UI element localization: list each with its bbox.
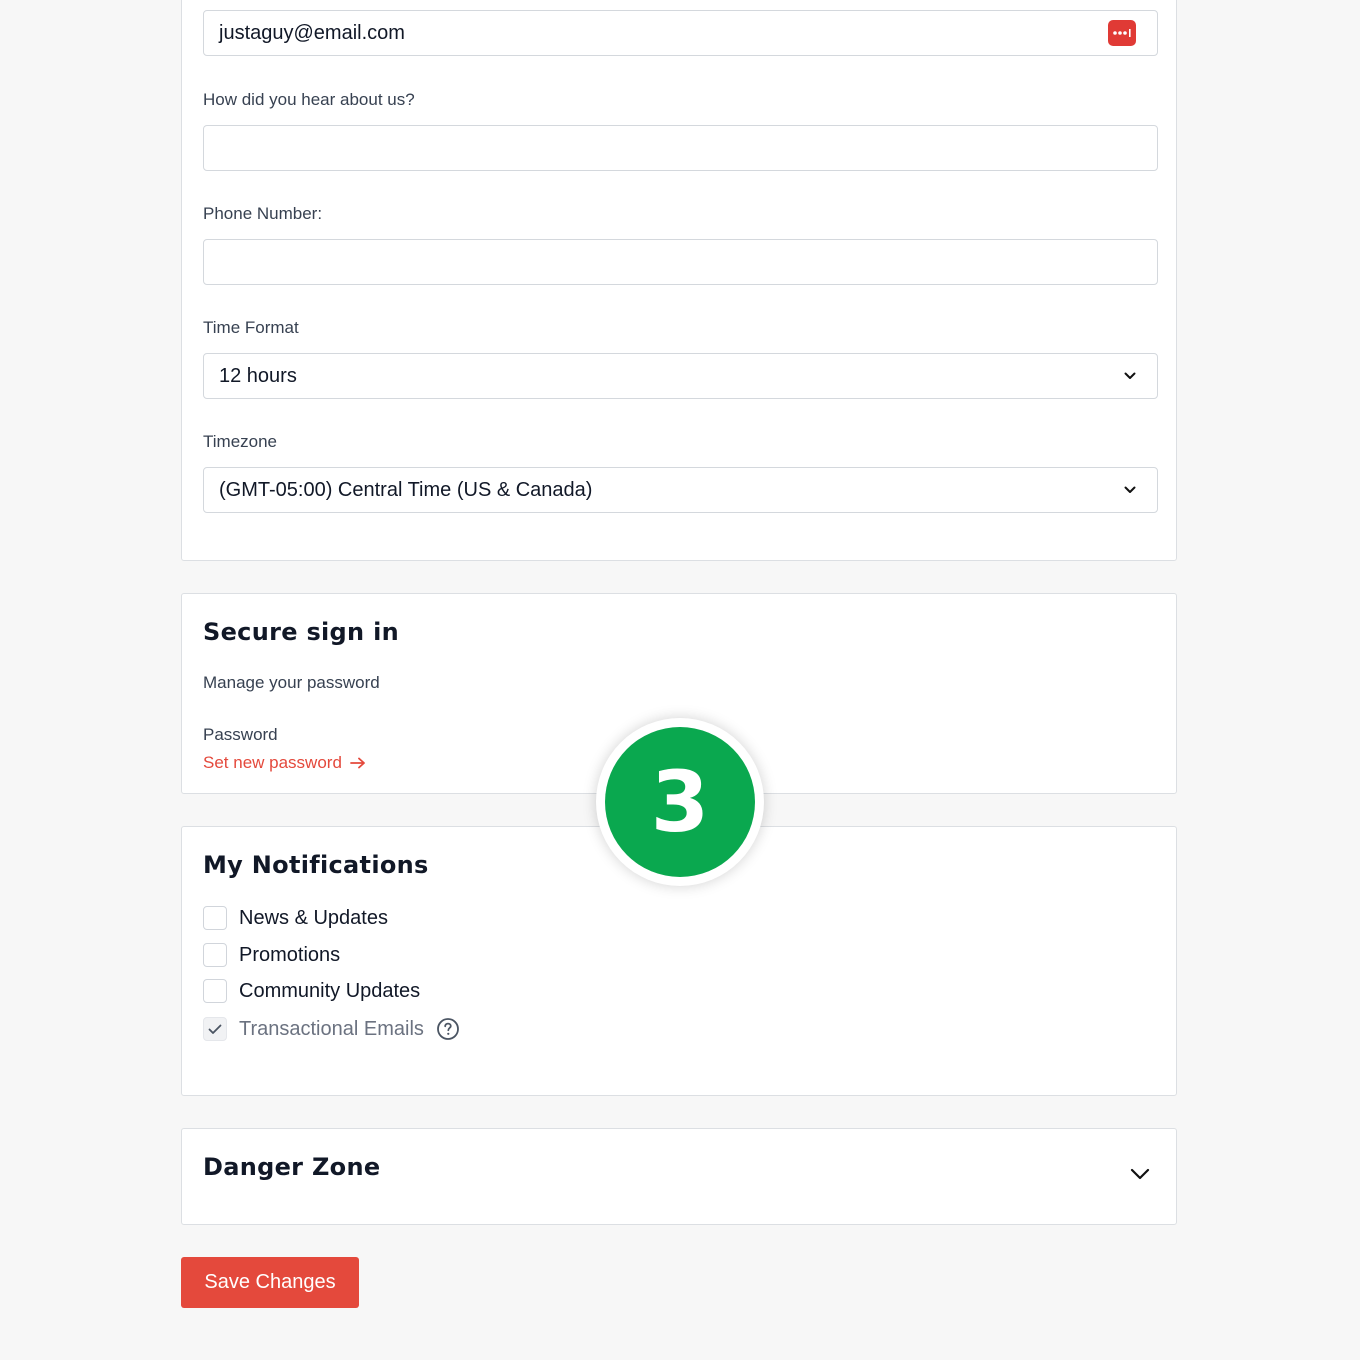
hear-about-input[interactable]	[203, 125, 1158, 171]
time-format-label: Time Format	[203, 318, 299, 337]
news-updates-checkbox[interactable]	[203, 906, 227, 930]
phone-input[interactable]	[203, 239, 1158, 285]
secure-signin-subtitle: Manage your password	[203, 673, 380, 692]
community-updates-checkbox[interactable]	[203, 979, 227, 1003]
set-new-password-link[interactable]: Set new password	[203, 753, 366, 773]
promotions-label: Promotions	[239, 943, 341, 966]
news-updates-label: News & Updates	[239, 906, 388, 929]
timezone-select[interactable]: (GMT-05:00) Central Time (US & Canada)	[203, 467, 1158, 513]
email-value: justaguy@email.com	[219, 21, 405, 44]
timezone-label: Timezone	[203, 432, 278, 451]
set-new-password-label: Set new password	[203, 753, 342, 772]
notifications-title: My Notifications	[203, 851, 429, 879]
danger-zone-title: Danger Zone	[203, 1153, 381, 1181]
chevron-down-icon	[1123, 483, 1137, 497]
step-number: 3	[605, 727, 755, 877]
time-format-value: 12 hours	[219, 364, 297, 387]
promotions-checkbox[interactable]	[203, 943, 227, 967]
time-format-select[interactable]: 12 hours	[203, 353, 1158, 399]
notification-community-updates[interactable]: Community Updates	[203, 977, 420, 1005]
chevron-down-icon	[1123, 369, 1137, 383]
notification-news-updates[interactable]: News & Updates	[203, 904, 388, 932]
community-updates-label: Community Updates	[239, 979, 421, 1002]
transactional-emails-checkbox	[203, 1017, 227, 1041]
hear-about-label: How did you hear about us?	[203, 90, 415, 109]
checkmark-icon	[208, 1024, 222, 1034]
phone-label: Phone Number:	[203, 204, 323, 223]
danger-zone-card[interactable]: Danger Zone	[181, 1128, 1177, 1225]
notification-transactional-emails: Transactional Emails	[203, 1015, 460, 1043]
secure-signin-title: Secure sign in	[203, 618, 399, 646]
password-manager-icon[interactable]	[1108, 20, 1136, 46]
profile-card: justaguy@email.com How did you hear abou…	[181, 0, 1177, 561]
notification-promotions[interactable]: Promotions	[203, 941, 340, 969]
arrow-right-icon	[350, 757, 366, 769]
step-number-badge: 3	[596, 718, 764, 886]
transactional-emails-label: Transactional Emails	[239, 1017, 424, 1040]
help-circle-icon[interactable]	[436, 1017, 460, 1041]
save-changes-button[interactable]: Save Changes	[181, 1257, 359, 1308]
timezone-value: (GMT-05:00) Central Time (US & Canada)	[219, 478, 593, 501]
email-field[interactable]: justaguy@email.com	[203, 10, 1158, 56]
password-label: Password	[203, 725, 278, 744]
chevron-down-icon[interactable]	[1130, 1168, 1150, 1180]
